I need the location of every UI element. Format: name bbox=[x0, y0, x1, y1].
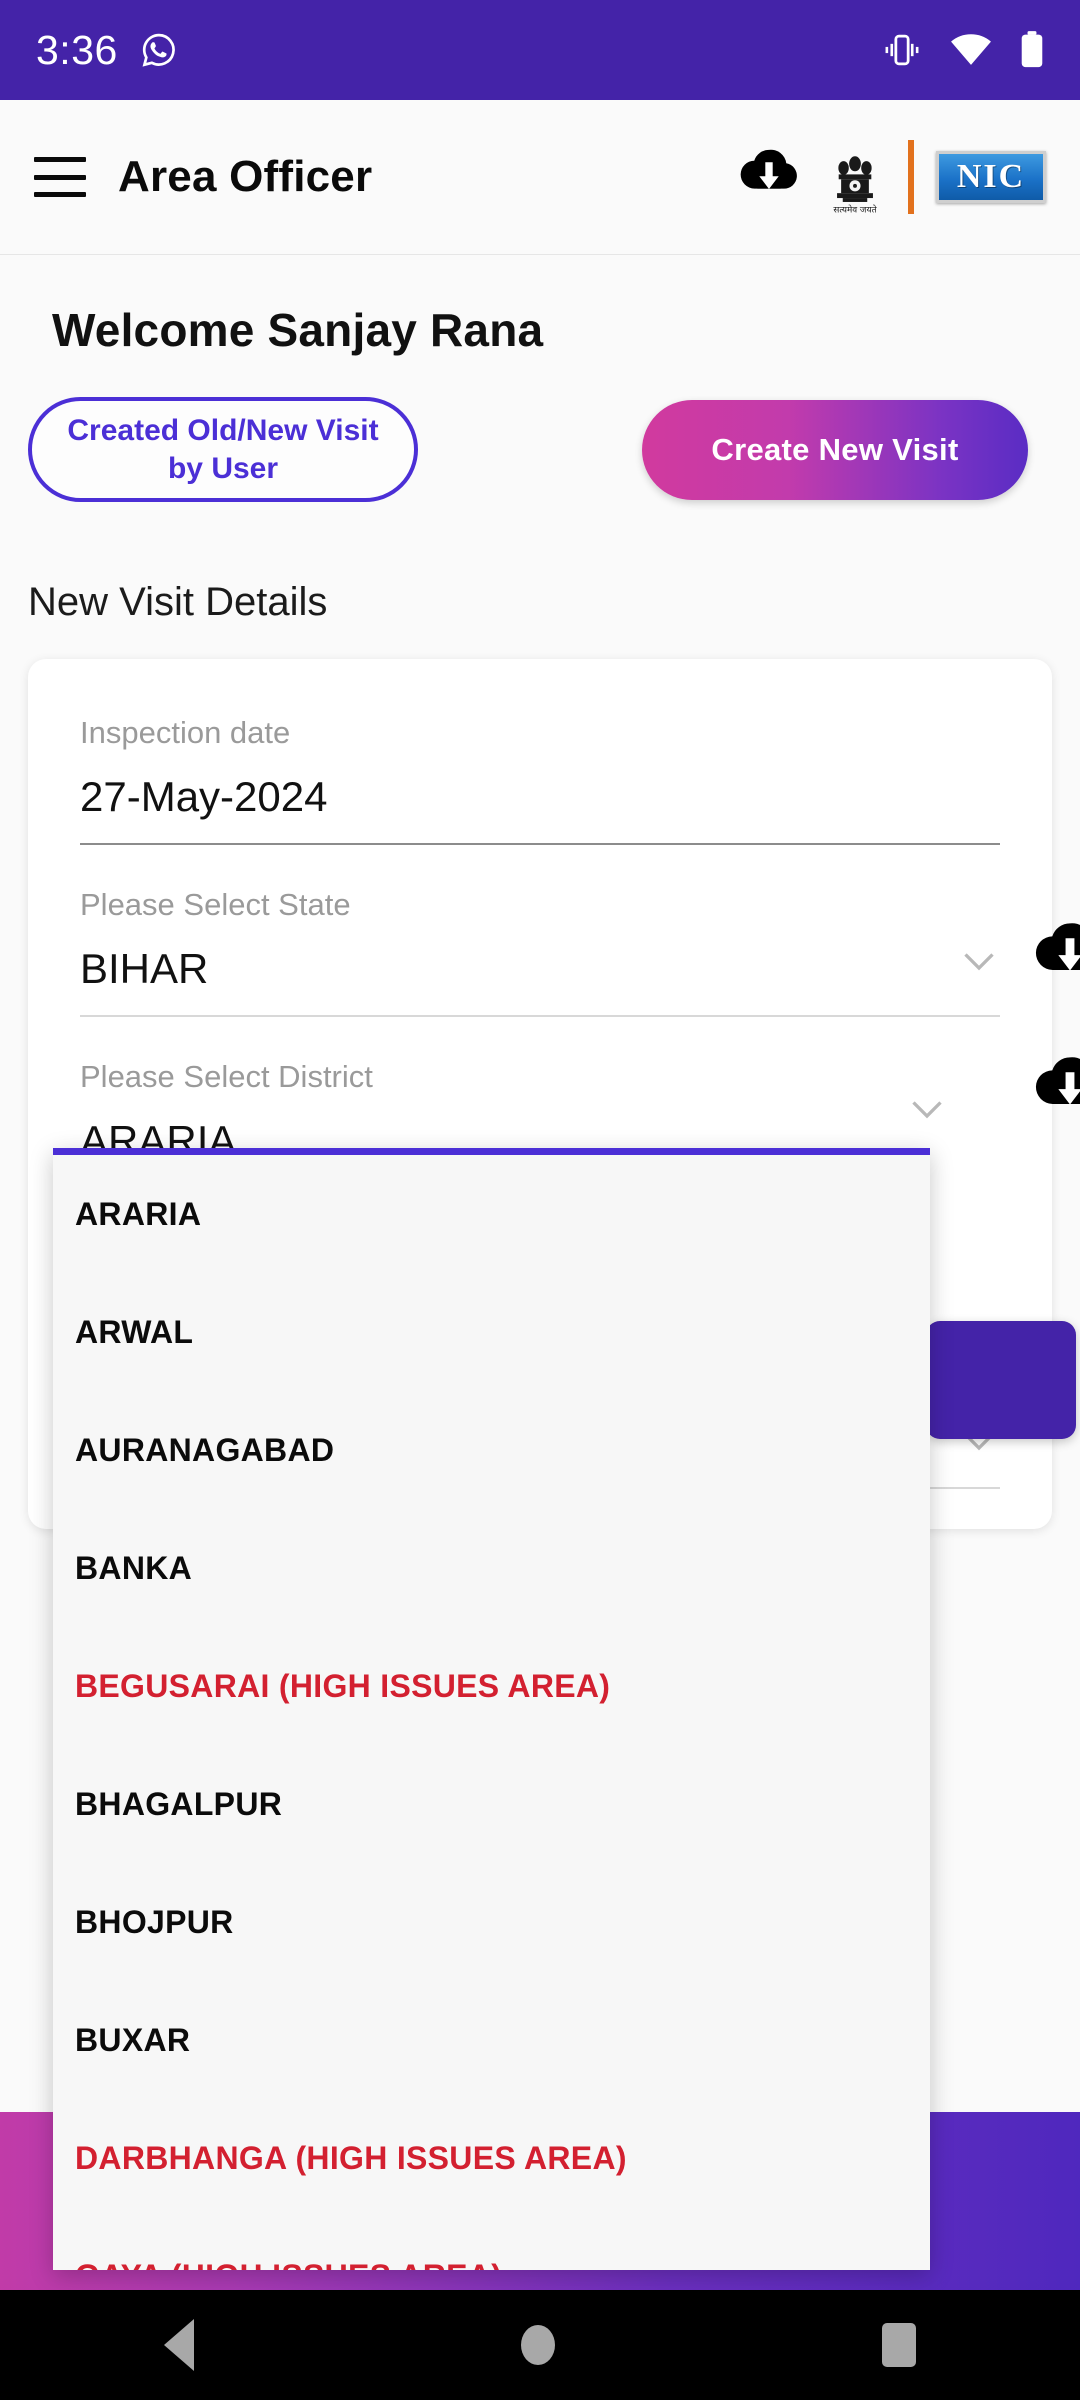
section-title: New Visit Details bbox=[28, 580, 328, 624]
dropdown-item[interactable]: DARBHANGA (HIGH ISSUES AREA) bbox=[53, 2099, 930, 2217]
back-triangle-icon[interactable] bbox=[163, 2319, 194, 2371]
created-old-new-visit-button[interactable]: Created Old/New Visit by User bbox=[28, 397, 418, 502]
wifi-icon bbox=[951, 34, 991, 65]
district-select-field[interactable]: Please Select District ARARIA bbox=[56, 1017, 1024, 1165]
cloud-download-icon[interactable] bbox=[736, 147, 802, 207]
inspection-date-label: Inspection date bbox=[80, 715, 291, 750]
recents-square-icon[interactable] bbox=[882, 2323, 917, 2367]
dropdown-item[interactable]: BUXAR bbox=[53, 1981, 930, 2099]
status-bar: 3:36 bbox=[0, 0, 1080, 100]
district-dropdown-list[interactable]: ARARIA ARWAL AURANAGABAD BANKA BEGUSARAI (HI… bbox=[53, 1148, 930, 2270]
vibrate-icon bbox=[885, 34, 919, 66]
dropdown-item[interactable]: BHOJPUR bbox=[53, 1863, 930, 1981]
home-circle-icon[interactable] bbox=[520, 2325, 555, 2365]
state-value: BIHAR bbox=[80, 945, 209, 992]
status-bar-clock: 3:36 bbox=[36, 26, 118, 73]
dropdown-item[interactable]: BHAGALPUR bbox=[53, 1745, 930, 1863]
dropdown-item[interactable]: ARARIA bbox=[53, 1155, 930, 1273]
dropdown-item[interactable]: BANKA bbox=[53, 1509, 930, 1627]
status-bar-right bbox=[882, 31, 1044, 69]
chevron-down-icon[interactable] bbox=[964, 953, 994, 971]
android-navigation-bar bbox=[0, 2290, 1080, 2400]
state-select-field[interactable]: Please Select State BIHAR bbox=[56, 845, 1024, 1017]
whatsapp-icon bbox=[142, 33, 175, 67]
welcome-heading: Welcome Sanjay Rana bbox=[52, 304, 544, 356]
dropdown-item[interactable]: BEGUSARAI (HIGH ISSUES AREA) bbox=[53, 1627, 930, 1745]
appbar-divider bbox=[908, 140, 914, 214]
svg-text:सत्यमेव जयते: सत्यमेव जयते bbox=[833, 205, 877, 216]
inspection-date-value: 27-May-2024 bbox=[80, 773, 328, 820]
action-button-row: Created Old/New Visit by User Create New… bbox=[0, 357, 1080, 502]
cloud-download-icon[interactable] bbox=[1026, 921, 1080, 991]
nic-logo-text: NIC bbox=[956, 158, 1026, 195]
app-bar: Area Officer सत्यमेव जयते NIC bbox=[0, 100, 1080, 255]
dropdown-item[interactable]: AURANAGABAD bbox=[53, 1391, 930, 1509]
dropdown-item[interactable]: ARWAL bbox=[53, 1273, 930, 1391]
nic-logo: NIC bbox=[936, 151, 1046, 203]
submit-button[interactable] bbox=[926, 1321, 1076, 1439]
inspection-date-field[interactable]: Inspection date 27-May-2024 bbox=[56, 693, 1024, 845]
district-label: Please Select District bbox=[80, 1059, 373, 1094]
state-label: Please Select State bbox=[80, 887, 351, 922]
app-bar-actions: सत्यमेव जयते NIC bbox=[736, 138, 1046, 216]
cloud-download-icon[interactable] bbox=[1026, 1055, 1080, 1125]
india-national-emblem: सत्यमेव जयते bbox=[824, 138, 886, 216]
create-new-visit-button[interactable]: Create New Visit bbox=[642, 399, 1028, 500]
status-bar-left: 3:36 bbox=[36, 27, 178, 74]
phone-screen: 3:36 Area Officer सत्यमेव जयते NIC Welco… bbox=[0, 0, 1080, 2400]
hamburger-menu-icon[interactable] bbox=[34, 157, 86, 197]
battery-icon bbox=[1021, 31, 1043, 68]
chevron-down-icon[interactable] bbox=[912, 1101, 942, 1119]
page-title: Area Officer bbox=[118, 152, 373, 201]
dropdown-item[interactable]: GAYA (HIGH ISSUES AREA) bbox=[53, 2217, 930, 2271]
